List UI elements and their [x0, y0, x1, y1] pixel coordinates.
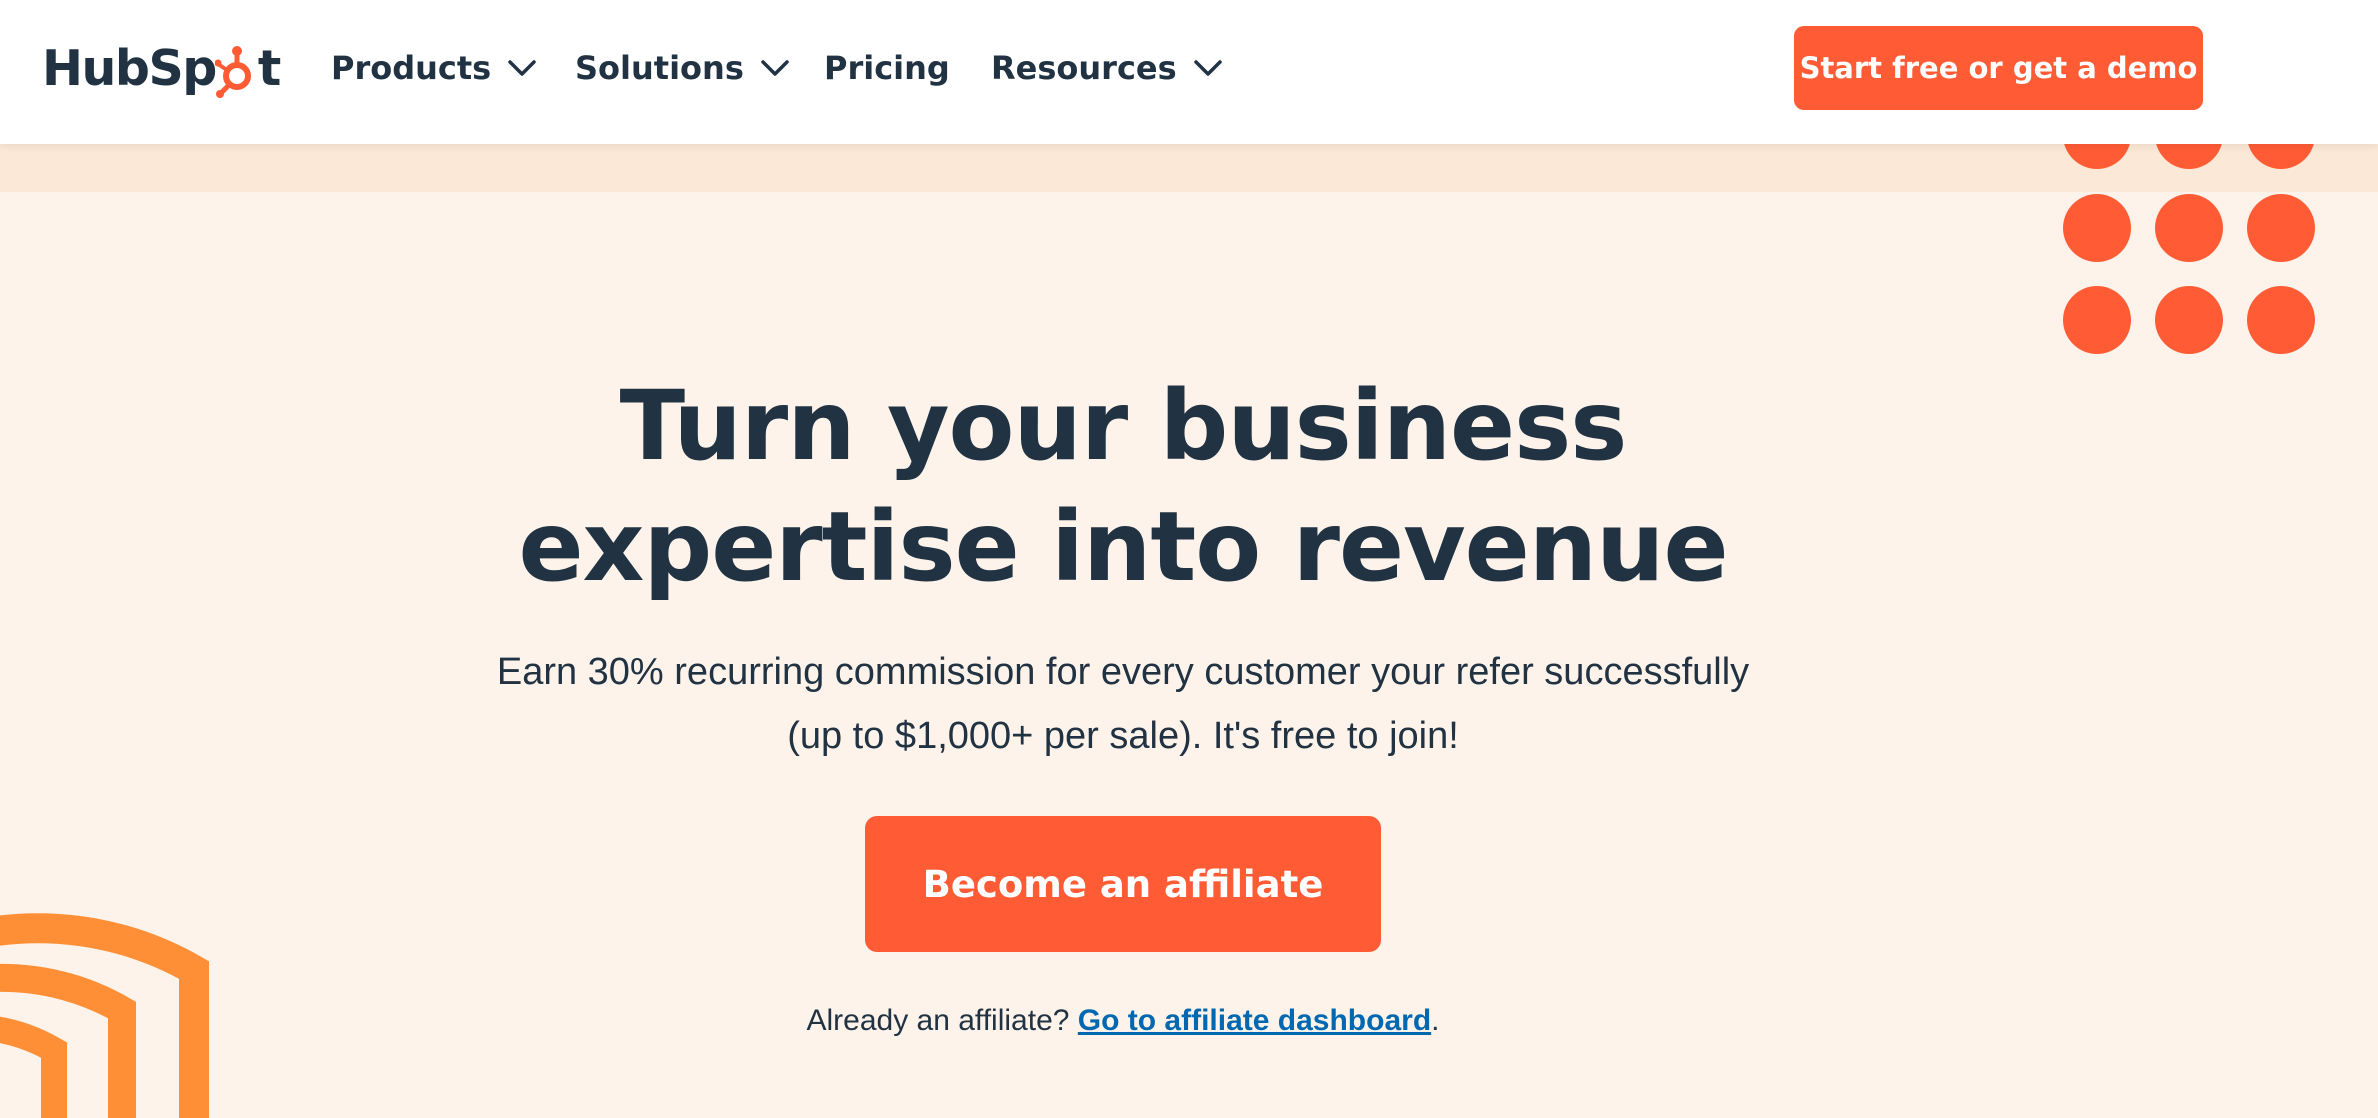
nav-resources[interactable]: Resources: [991, 46, 1223, 90]
nav-solutions[interactable]: Solutions: [575, 46, 790, 90]
decorative-arches: [0, 913, 209, 1118]
decorative-dot: [2155, 286, 2223, 354]
become-affiliate-button[interactable]: Become an affiliate: [865, 816, 1381, 952]
chevron-down-icon: [1193, 60, 1222, 76]
nav-solutions-label: Solutions: [575, 49, 744, 87]
promo-band: [0, 144, 2378, 192]
decorative-dot: [2247, 194, 2315, 262]
existing-affiliate-suffix: .: [1431, 1004, 1440, 1037]
existing-affiliate-prefix: Already an affiliate?: [806, 1004, 1078, 1037]
chevron-down-icon: [761, 60, 789, 76]
hubspot-logo[interactable]: HubSp t: [42, 36, 281, 100]
nav-products-label: Products: [331, 49, 492, 87]
nav-products[interactable]: Products: [331, 46, 537, 90]
hero-title-line-1: Turn your business: [619, 370, 1628, 482]
nav-pricing-label: Pricing: [824, 49, 950, 87]
chevron-down-icon: [508, 60, 536, 76]
logo-text-start: HubSp: [42, 39, 217, 97]
decorative-dot: [2063, 194, 2131, 262]
decorative-dot: [2063, 286, 2131, 354]
existing-affiliate-note: Already an affiliate? Go to affiliate da…: [439, 1004, 1807, 1038]
sprocket-icon: [214, 46, 251, 98]
hero-title-line-2: expertise into revenue: [518, 491, 1728, 603]
hero-subtitle: Earn 30% recurring commission for every …: [439, 640, 1807, 768]
affiliate-dashboard-link[interactable]: Go to affiliate dashboard: [1078, 1004, 1431, 1037]
start-free-button[interactable]: Start free or get a demo: [1794, 26, 2203, 110]
decorative-dot: [2155, 194, 2223, 262]
logo-text-end: t: [257, 39, 282, 97]
hero-title: Turn your business expertise into revenu…: [439, 366, 1807, 608]
decorative-dot: [2247, 286, 2315, 354]
nav-pricing[interactable]: Pricing: [824, 46, 950, 90]
nav-resources-label: Resources: [991, 49, 1177, 87]
hero-subtitle-line-1: Earn 30% recurring commission for every …: [496, 651, 1750, 693]
top-navigation: HubSp t Products Solutions Pricing Resou…: [0, 0, 2378, 144]
hero-subtitle-line-2: (up to $1,000+ per sale). It's free to j…: [787, 715, 1459, 757]
